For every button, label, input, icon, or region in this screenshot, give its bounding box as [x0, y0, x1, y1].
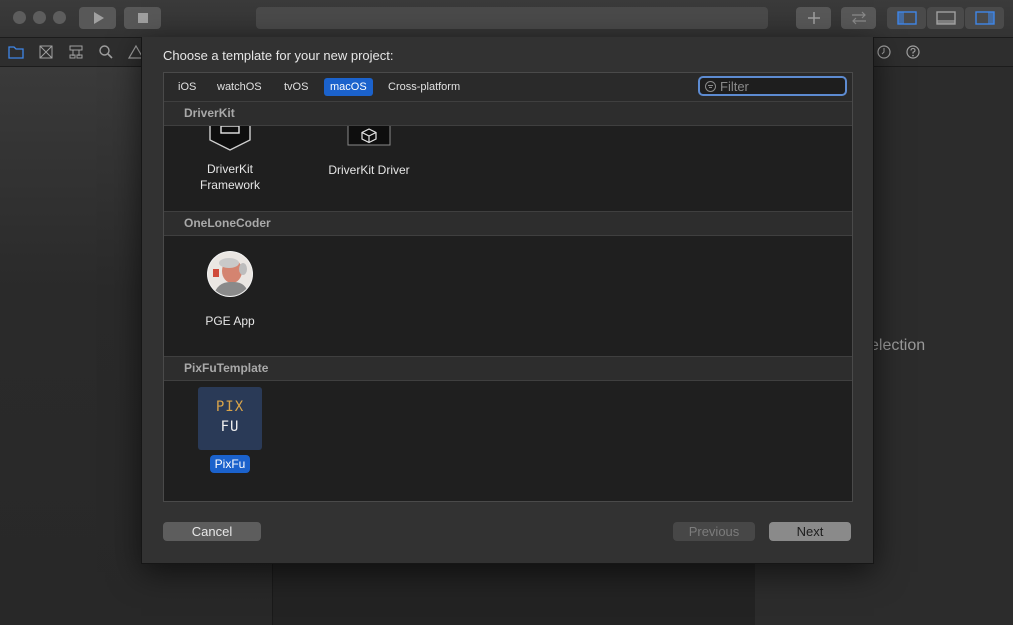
- driver-cube-icon: [347, 126, 391, 146]
- minimize-window-button[interactable]: [33, 11, 46, 24]
- template-chooser-sheet: Choose a template for your new project: …: [141, 37, 874, 564]
- previous-button[interactable]: Previous: [673, 522, 755, 541]
- framework-shield-icon: [209, 126, 251, 151]
- section-header-pixfutemplate: PixFuTemplate: [164, 356, 852, 381]
- tab-watchos[interactable]: watchOS: [211, 78, 268, 96]
- platform-tabbar: iOS watchOS tvOS macOS Cross-platform: [164, 73, 852, 102]
- pixfu-icon: PIX FU: [198, 387, 262, 450]
- template-pge-app[interactable]: PGE App: [175, 251, 285, 331]
- stop-button[interactable]: [124, 7, 161, 29]
- tab-ios[interactable]: iOS: [172, 78, 202, 96]
- sheet-title: Choose a template for your new project:: [163, 48, 394, 63]
- template-driverkit-framework[interactable]: DriverKit Framework: [175, 126, 285, 192]
- pixfu-icon-top-text: PIX: [215, 399, 245, 415]
- template-label: DriverKit Driver: [328, 163, 410, 177]
- toggle-debug-area-button[interactable]: [927, 7, 964, 29]
- cancel-button[interactable]: Cancel: [163, 522, 261, 541]
- template-driverkit-driver[interactable]: DriverKit Driver: [314, 126, 424, 177]
- stop-icon: [137, 13, 148, 23]
- folder-icon[interactable]: [8, 44, 24, 60]
- history-icon[interactable]: [876, 44, 892, 60]
- debug-panel-icon: [935, 11, 956, 25]
- zoom-window-button[interactable]: [53, 11, 66, 24]
- template-browser: iOS watchOS tvOS macOS Cross-platform Dr…: [163, 72, 853, 502]
- toggle-inspector-button[interactable]: [965, 7, 1004, 29]
- tab-cross-platform[interactable]: Cross-platform: [382, 78, 466, 96]
- source-control-icon[interactable]: [38, 44, 54, 60]
- library-button[interactable]: [796, 7, 831, 29]
- activity-viewer: [256, 7, 768, 29]
- toggle-navigator-button[interactable]: [887, 7, 926, 29]
- window-toolbar: [0, 0, 1013, 38]
- template-pixfu[interactable]: PIX FU PixFu: [175, 387, 285, 477]
- plus-icon: [807, 12, 820, 24]
- filter-field[interactable]: [698, 76, 847, 96]
- pixfu-icon-bottom-text: FU: [220, 419, 240, 435]
- template-label: DriverKit Framework: [199, 162, 260, 192]
- filter-icon: [705, 81, 716, 92]
- section-header-onelonecoder: OneLoneCoder: [164, 211, 852, 236]
- next-button[interactable]: Next: [769, 522, 851, 541]
- code-review-button[interactable]: [841, 7, 876, 29]
- symbol-hierarchy-icon[interactable]: [68, 44, 84, 60]
- play-icon: [93, 12, 104, 24]
- tab-macos[interactable]: macOS: [324, 78, 373, 96]
- search-icon[interactable]: [98, 44, 114, 60]
- template-label: PGE App: [205, 314, 255, 328]
- avatar: [207, 251, 253, 297]
- run-button[interactable]: [79, 7, 116, 29]
- navigator-panel-icon: [896, 11, 917, 25]
- section-header-driverkit: DriverKit: [164, 101, 852, 126]
- filter-input[interactable]: [720, 78, 840, 94]
- help-icon[interactable]: [905, 44, 921, 60]
- inspector-placeholder-text: election: [870, 337, 926, 354]
- swap-arrows-icon: [851, 11, 866, 25]
- close-window-button[interactable]: [13, 11, 26, 24]
- template-label: PixFu: [209, 455, 251, 473]
- tab-tvos[interactable]: tvOS: [278, 78, 314, 96]
- inspector-panel-icon: [974, 11, 995, 25]
